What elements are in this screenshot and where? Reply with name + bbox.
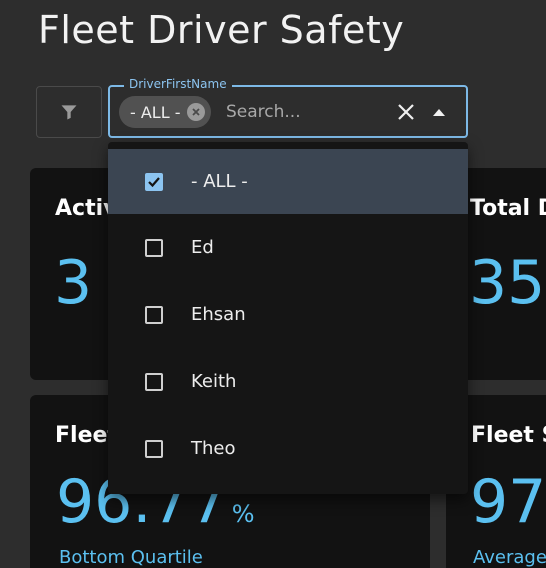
selected-chip[interactable]: - ALL - xyxy=(119,96,211,128)
option-ehsan[interactable]: Ehsan xyxy=(108,282,468,347)
checkbox-checked-icon[interactable] xyxy=(145,172,163,191)
checkbox-icon[interactable] xyxy=(145,305,163,324)
checkbox-icon[interactable] xyxy=(145,439,163,458)
card-value: 35 xyxy=(469,248,546,318)
checkbox-icon[interactable] xyxy=(145,372,163,391)
option-label: Ed xyxy=(191,237,214,258)
dashboard-page: Fleet Driver Safety Active Drivers 3 Tot… xyxy=(0,0,546,568)
dropdown-menu: - ALL - Ed Ehsan Keith Theo xyxy=(108,142,468,494)
checkbox-icon[interactable] xyxy=(145,238,163,257)
option-label: Ehsan xyxy=(191,304,246,325)
card-value: 3 xyxy=(54,248,93,318)
driver-first-name-select[interactable]: DriverFirstName - ALL - xyxy=(108,77,468,138)
select-label: DriverFirstName xyxy=(124,77,232,91)
option-label: Keith xyxy=(191,371,237,392)
card-value: 97. xyxy=(470,467,546,537)
percent-unit: % xyxy=(231,500,255,528)
card-label: Fleet Sa xyxy=(471,423,546,448)
option-ed[interactable]: Ed xyxy=(108,215,468,280)
card-subtitle: Bottom Quartile xyxy=(59,547,203,568)
card-subtitle: Average xyxy=(473,547,546,568)
filter-icon xyxy=(61,105,77,120)
chip-label: - ALL - xyxy=(130,102,181,122)
page-title: Fleet Driver Safety xyxy=(38,8,405,52)
chip-remove-icon[interactable] xyxy=(186,103,205,121)
clear-icon[interactable] xyxy=(395,101,417,123)
option-label: - ALL - xyxy=(191,171,248,192)
filter-button[interactable] xyxy=(36,86,102,138)
card-label: Total Di xyxy=(470,196,546,221)
option-keith[interactable]: Keith xyxy=(108,349,468,414)
option-theo[interactable]: Theo xyxy=(108,416,468,481)
chevron-up-icon[interactable] xyxy=(428,103,450,121)
option-all[interactable]: - ALL - xyxy=(108,149,468,214)
search-input[interactable] xyxy=(226,99,386,125)
option-label: Theo xyxy=(191,438,236,459)
